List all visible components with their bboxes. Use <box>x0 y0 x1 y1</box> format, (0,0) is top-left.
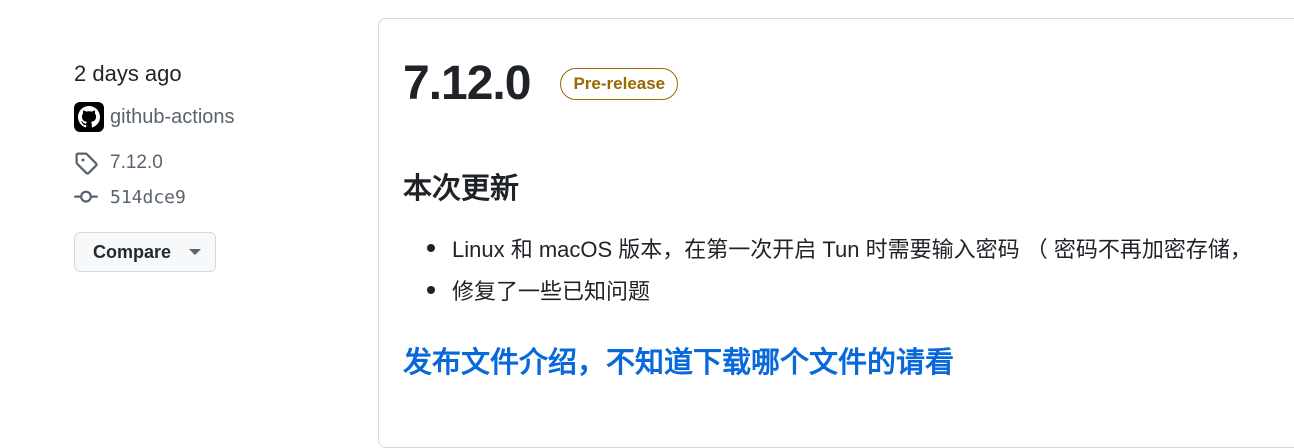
github-octocat-icon <box>78 106 100 128</box>
section-heading: 本次更新 <box>403 173 520 205</box>
bullet <box>427 244 435 252</box>
tag-icon <box>75 152 98 175</box>
bullet <box>427 286 435 294</box>
list-item: Linux 和 macOS 版本，在第一次开启 Tun 时需要输入密码 （ 密码… <box>403 227 1252 269</box>
release-card: 7.12.0 Pre-release 本次更新 Linux 和 macOS 版本… <box>378 18 1294 448</box>
list-item: 修复了一些已知问题 <box>403 269 1252 311</box>
commit-hash[interactable]: 514dce9 <box>110 187 186 208</box>
release-title[interactable]: 7.12.0 <box>403 55 531 113</box>
commit-link[interactable]: 514dce9 <box>74 184 334 210</box>
release-notes-list: Linux 和 macOS 版本，在第一次开启 Tun 时需要输入密码 （ 密码… <box>403 227 1252 311</box>
author-link[interactable]: github-actions <box>74 102 334 132</box>
author-name[interactable]: github-actions <box>110 106 235 129</box>
git-commit-icon <box>74 190 98 203</box>
release-files-link[interactable]: 发布文件介绍，不知道下载哪个文件的请看 <box>403 339 954 381</box>
prerelease-badge: Pre-release <box>560 68 679 100</box>
tag-link[interactable]: 7.12.0 <box>74 150 334 176</box>
release-header: 7.12.0 Pre-release <box>403 55 679 113</box>
release-meta: 2 days ago github-actions 7.12.0 514dce9… <box>74 58 334 272</box>
compare-button[interactable]: Compare <box>74 232 216 272</box>
tag-name[interactable]: 7.12.0 <box>110 152 163 174</box>
triangle-down-icon <box>189 249 202 255</box>
compare-label: Compare <box>93 241 172 262</box>
release-date: 2 days ago <box>74 61 182 86</box>
list-item-text: Linux 和 macOS 版本，在第一次开启 Tun 时需要输入密码 （ 密码… <box>452 237 1252 262</box>
list-item-text: 修复了一些已知问题 <box>452 279 651 304</box>
avatar[interactable] <box>74 102 104 132</box>
